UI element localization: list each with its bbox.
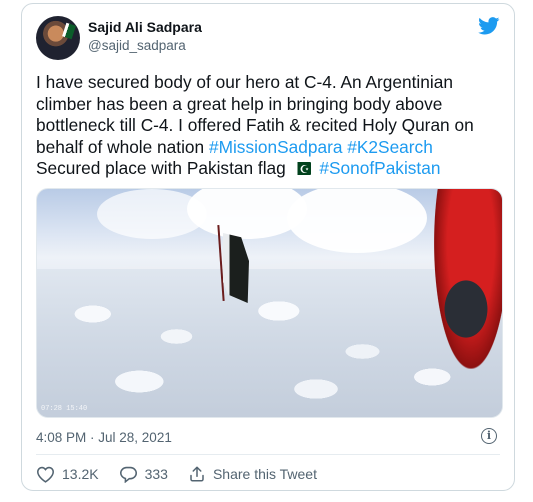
hashtag-sonofpakistan[interactable]: #SonofPakistan — [319, 158, 440, 178]
snow-field — [37, 269, 502, 417]
info-icon[interactable]: i — [481, 428, 497, 444]
tweet-text-line-4: behalf of whole nation #MissionSadpara #… — [36, 137, 506, 159]
video-timestamp: 07:28 15:40 — [41, 405, 88, 413]
tweet-text-line-1: I have secured body of our hero at C-4. … — [36, 72, 453, 92]
share-icon — [190, 466, 204, 482]
like-count: 13.2K — [62, 466, 99, 482]
tweet-text-line-4-prefix: behalf of whole nation — [36, 136, 209, 157]
like-button[interactable]: 13.2K — [36, 466, 99, 483]
hashtag-k2search[interactable]: #K2Search — [347, 137, 433, 157]
tweet-text-line-5-text: Secured place with Pakistan flag — [36, 158, 286, 178]
cloud-shape — [97, 189, 207, 239]
tweet-text-line-2: climber has been a great help in bringin… — [36, 93, 443, 114]
reply-bubble-icon — [119, 466, 137, 483]
author-avatar[interactable] — [36, 16, 80, 60]
author-handle[interactable]: @sajid_sadpara — [88, 38, 186, 53]
tweet-timestamp[interactable]: 4:08 PM · Jul 28, 2021 — [36, 430, 172, 445]
pakistan-flag-icon — [292, 159, 311, 181]
share-button[interactable]: Share this Tweet — [188, 465, 317, 483]
tweet-text-line-5: Secured place with Pakistan flag #SonofP… — [36, 158, 506, 181]
author-name[interactable]: Sajid Ali Sadpara — [88, 19, 202, 35]
reply-button[interactable]: 333 — [119, 466, 168, 483]
divider — [36, 454, 500, 455]
tweet-text-line-3: bottleneck till C-4. I offered Fatih & r… — [36, 115, 474, 135]
reply-count: 333 — [144, 466, 168, 482]
tweet-text: I have secured body of our hero at C-4. … — [36, 72, 506, 181]
climber-gear — [436, 269, 496, 349]
avatar-flag-detail — [62, 22, 76, 40]
share-label: Share this Tweet — [212, 466, 317, 482]
tweet-actions: 13.2K 333 Share this Tweet — [36, 464, 337, 484]
twitter-bird-icon[interactable] — [478, 17, 500, 35]
hashtag-missionsadpara[interactable]: #MissionSadpara — [209, 137, 343, 157]
tweet-card[interactable]: Sajid Ali Sadpara @sajid_sadpara I have … — [21, 3, 515, 491]
tweet-media-video[interactable]: 07:28 15:40 — [36, 188, 503, 418]
heart-icon — [36, 466, 55, 483]
cloud-shape — [287, 189, 427, 253]
